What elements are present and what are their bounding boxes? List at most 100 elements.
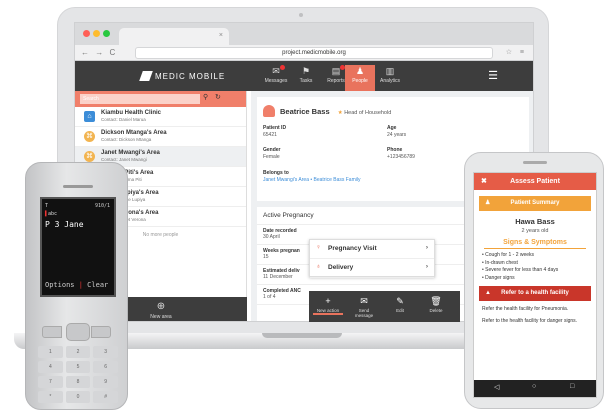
list-item: In-drawn chest [482,260,588,266]
list-item[interactable]: ⌂ Kiambu Health Clinic Contact: Daniel M… [75,107,246,127]
list-item[interactable]: ⌘ Dickson Mtanga's Area Contact: Dickson… [75,127,246,147]
sms-mode: abc [48,211,58,217]
back-icon[interactable]: ◁ [494,383,499,391]
search-icon[interactable]: ⚲ [203,93,208,101]
area-icon: ⌘ [84,151,95,162]
menu-label: Pregnancy Visit [328,245,377,252]
recents-icon[interactable]: □ [570,383,574,390]
place-name: Janet Mwangi's Area [101,150,160,156]
key-star[interactable]: * [38,391,63,403]
age-field: Age 24 years [387,125,406,138]
patient-age: 2 years old [521,228,549,234]
tab-people[interactable]: ♟ People [345,65,375,91]
tab-label: People [352,78,368,84]
menu-icon[interactable]: ☰ [488,69,498,82]
field-label: Age [387,125,397,131]
new-action-button[interactable]: + New action [313,295,343,315]
minimize-window-icon[interactable] [93,30,100,37]
send-message-button[interactable]: ✉ Send message [349,295,379,318]
maximize-window-icon[interactable] [103,30,110,37]
left-softkey[interactable] [42,326,62,338]
patient-name: Hawa Bass [515,217,555,226]
key-2[interactable]: 2 [65,346,91,358]
field-value: +123456789 [387,154,415,160]
clinic-icon: ⌂ [84,111,95,122]
refresh-icon[interactable]: ↻ [215,93,221,101]
medic-mobile-logo: MEDIC MOBILE [139,71,226,81]
signs-list: Cough for 1 - 2 weeks In-drawn chest Sev… [482,252,588,281]
tab-messages[interactable]: ✉ Messages [261,65,291,91]
app-header: MEDIC MOBILE ✉ Messages ⚑ Tasks ▤ Reports ♟… [75,61,533,91]
search-input[interactable]: Search [80,94,200,104]
envelope-icon: ✉ [261,65,291,78]
person-name: Beatrice Bass [280,107,330,116]
tab-close-icon[interactable]: × [219,32,223,39]
browser-tab[interactable]: × [119,28,229,45]
key-7[interactable]: 7 [38,376,63,388]
belongs-to-field: Belongs to Janet Mwangi's Area • Beatrice… [263,170,360,183]
field-value: 24 years [387,132,407,138]
chevron-right-icon: › [425,244,428,251]
belongs-to-link[interactable]: Janet Mwangi's Area • Beatrice Bass Fami… [263,177,360,183]
refer-bar: ▲ Refer to a health facility [479,285,591,301]
key-3[interactable]: 3 [93,346,118,358]
signs-title: Signs & Symptoms [484,239,586,249]
envelope-icon: ✉ [360,296,368,306]
tab-label: Reports [327,78,345,84]
key-8[interactable]: 8 [65,376,91,388]
close-icon[interactable]: ✖ [481,173,487,190]
key-0[interactable]: 0 [65,391,91,403]
browser-tabbar: × [75,23,533,45]
feature-phone-screen: T 910/1 ▌abc P 3 Jane Options | Clear [40,197,116,297]
url-field[interactable]: project.medicmobile.org [135,47,493,59]
key-5[interactable]: 5 [65,361,91,373]
menu-item-pregnancy-visit[interactable]: ♀ Pregnancy Visit › [310,240,434,259]
person-icon: ♟ [485,200,491,206]
home-icon[interactable]: ○ [532,383,536,390]
person-title: Beatrice Bass ★ Head of Household [263,105,391,117]
menu-item-delivery[interactable]: ♁ Delivery › [310,259,434,278]
list-item: Cough for 1 - 2 weeks [482,252,588,258]
person-icon [263,105,275,117]
softkey-options[interactable]: Options [45,281,75,289]
patient-id-field: Patient ID 65421 [263,125,286,138]
field-label: Belongs to [263,170,289,176]
right-softkey[interactable] [91,326,111,338]
key-6[interactable]: 6 [93,361,118,373]
keypad: 1 2 3 4 5 6 7 8 9 * 0 # [38,346,118,403]
field-label: Patient ID [263,125,287,131]
household-badge: ★ Head of Household [338,110,392,116]
tab-label: Analytics [379,78,400,84]
action-label: New action [316,308,340,313]
field-value: Female [263,154,280,160]
field-label: Phone [387,147,403,153]
close-window-icon[interactable] [83,30,90,37]
action-label: Delete [429,308,443,313]
pencil-icon: ✎ [396,296,404,306]
laptop-notch [262,333,342,338]
battery-indicator: 910/1 [94,203,110,209]
search-bar: Search ⚲ ↻ [75,91,246,107]
sms-content: P 3 Jane [45,220,84,229]
browser-nav-buttons[interactable]: ← → C [81,48,117,57]
list-item: Danger signs [482,275,588,281]
key-9[interactable]: 9 [93,376,118,388]
tab-label: Tasks [299,78,313,84]
nav-key[interactable] [66,323,90,341]
softkey-clear[interactable]: Clear [87,281,108,289]
delivery-icon: ♁ [316,263,321,270]
tab-tasks[interactable]: ⚑ Tasks [291,65,321,91]
assess-header: ✖ Assess Patient [474,173,596,190]
key-1[interactable]: 1 [38,346,63,358]
key-4[interactable]: 4 [38,361,63,373]
phone-field: Phone +123456789 [387,147,415,160]
edit-button[interactable]: ✎ Edit [385,295,415,313]
action-label: Edit [396,308,404,313]
phone-speaker [523,161,547,164]
tab-analytics[interactable]: ▥ Analytics [375,65,405,91]
delete-button[interactable]: 🗑 Delete [421,295,451,313]
key-hash[interactable]: # [93,391,118,403]
browser-menu-icons[interactable]: ☆ ≡ [506,48,527,56]
logo-text: MEDIC MOBILE [155,72,226,81]
feature-phone: T 910/1 ▌abc P 3 Jane Options | Clear 1 … [25,162,128,410]
